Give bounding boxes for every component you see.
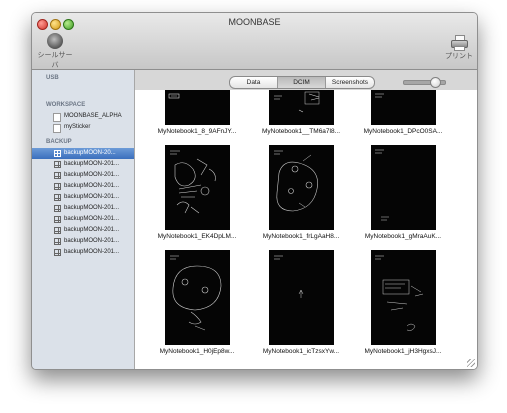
tab-data[interactable]: Data (230, 77, 278, 88)
grid-icon (54, 161, 61, 168)
print-button[interactable]: プリント (442, 35, 476, 61)
file-name: MyNotebook1__TM6a7l8... (261, 128, 341, 135)
photo-thumbnail[interactable] (269, 250, 334, 345)
grid-icon (54, 249, 61, 256)
app-window: MOONBASE シールサーバ プリント USB WORKSPACE MOONB… (31, 12, 478, 370)
sidebar-item-backup[interactable]: backupMOON-201... (32, 181, 134, 192)
resize-grip-icon[interactable] (467, 359, 475, 367)
sidebar-item-label: backupMOON-201... (64, 172, 120, 178)
grid-icon (54, 205, 61, 212)
zoom-slider-knob[interactable] (429, 77, 441, 88)
file-name: MyNotebook1_gMraAuK... (364, 233, 442, 240)
file-name: MyNotebook1_jH3HgxsJ... (364, 348, 442, 355)
photo-thumbnail[interactable] (371, 145, 436, 230)
sidebar-item-label: backupMOON-201... (64, 183, 120, 189)
sidebar-item-backup[interactable]: backupMOON-201... (32, 203, 134, 214)
photo-thumbnail[interactable] (269, 145, 334, 230)
grid-icon (54, 172, 61, 179)
tab-dcim[interactable]: DCIM (278, 77, 326, 88)
sidebar-item-backup[interactable]: backupMOON-201... (32, 236, 134, 247)
sidebar-item-label: backupMOON-201... (64, 216, 120, 222)
thumbnail-grid: MyNotebook1_8_9AFnJY... MyNotebook1__TM6… (135, 90, 477, 369)
sidebar-item-backup[interactable]: backupMOON-201... (32, 247, 134, 258)
photo-thumbnail[interactable] (165, 145, 230, 230)
sticker-server-label: シールサーバ (37, 52, 73, 69)
sidebar-item-backup[interactable]: backupMOON-201... (32, 225, 134, 236)
sidebar-item-backup[interactable]: backupMOON-201... (32, 214, 134, 225)
sidebar-item-label: MOONBASE_ALPHA (64, 113, 122, 119)
document-icon (53, 113, 61, 122)
sidebar: USB WORKSPACE MOONBASE_ALPHA mySticker B… (32, 70, 135, 369)
sidebar-heading-backup: BACKUP (46, 139, 72, 145)
document-icon (53, 124, 61, 133)
sidebar-item-backup[interactable]: backupMOON-201... (32, 159, 134, 170)
sidebar-item-label: backupMOON-201... (64, 238, 120, 244)
photo-thumbnail[interactable] (269, 90, 334, 125)
grid-icon (54, 216, 61, 223)
sidebar-heading-usb: USB (46, 75, 59, 81)
print-label: プリント (445, 53, 473, 60)
photo-thumbnail[interactable] (165, 90, 230, 125)
view-toolbar: Data DCIM Screenshots (135, 70, 477, 90)
photo-thumbnail[interactable] (371, 250, 436, 345)
sidebar-item-backup[interactable]: backupMOON-20... (32, 148, 134, 159)
sidebar-item-moonbase-alpha[interactable]: MOONBASE_ALPHA (32, 111, 134, 122)
sidebar-item-label: backupMOON-201... (64, 205, 120, 211)
sidebar-item-label: backupMOON-201... (64, 194, 120, 200)
tab-screenshots[interactable]: Screenshots (326, 77, 374, 88)
sidebar-heading-workspace: WORKSPACE (46, 102, 86, 108)
window-title: MOONBASE (228, 17, 281, 27)
grid-icon (54, 183, 61, 190)
sidebar-item-backup[interactable]: backupMOON-201... (32, 192, 134, 203)
file-name: MyNotebook1_frLgAaH8... (262, 233, 340, 240)
sidebar-item-label: mySticker (64, 124, 91, 130)
view-segmented-control: Data DCIM Screenshots (229, 76, 375, 89)
grid-icon (54, 194, 61, 201)
sidebar-item-label: backupMOON-201... (64, 161, 120, 167)
sidebar-item-label: backupMOON-201... (64, 227, 120, 233)
grid-icon (54, 227, 61, 234)
sidebar-item-mysticker[interactable]: mySticker (32, 122, 134, 133)
main-pane: Data DCIM Screenshots MyNotebook1_8_9AFn… (135, 70, 477, 369)
photo-thumbnail[interactable] (165, 250, 230, 345)
file-name: MyNotebook1_EK4DpLM... (157, 233, 237, 240)
disc-icon (47, 33, 63, 49)
printer-icon (451, 35, 468, 51)
file-name: MyNotebook1_H0jEp8w... (159, 348, 235, 355)
grid-icon (54, 150, 61, 157)
file-name: MyNotebook1_icTzsxYw... (262, 348, 340, 355)
title-bar: MOONBASE シールサーバ プリント (32, 13, 477, 70)
file-name: MyNotebook1_DPcO0SA... (363, 128, 443, 135)
file-name: MyNotebook1_8_9AFnJY... (157, 128, 237, 135)
sidebar-item-backup[interactable]: backupMOON-201... (32, 170, 134, 181)
photo-thumbnail[interactable] (371, 90, 436, 125)
sticker-server-button[interactable]: シールサーバ (35, 33, 75, 70)
sidebar-item-label: backupMOON-201... (64, 249, 120, 255)
grid-icon (54, 238, 61, 245)
zoom-slider[interactable] (403, 77, 446, 88)
sidebar-item-label: backupMOON-20... (64, 150, 116, 156)
